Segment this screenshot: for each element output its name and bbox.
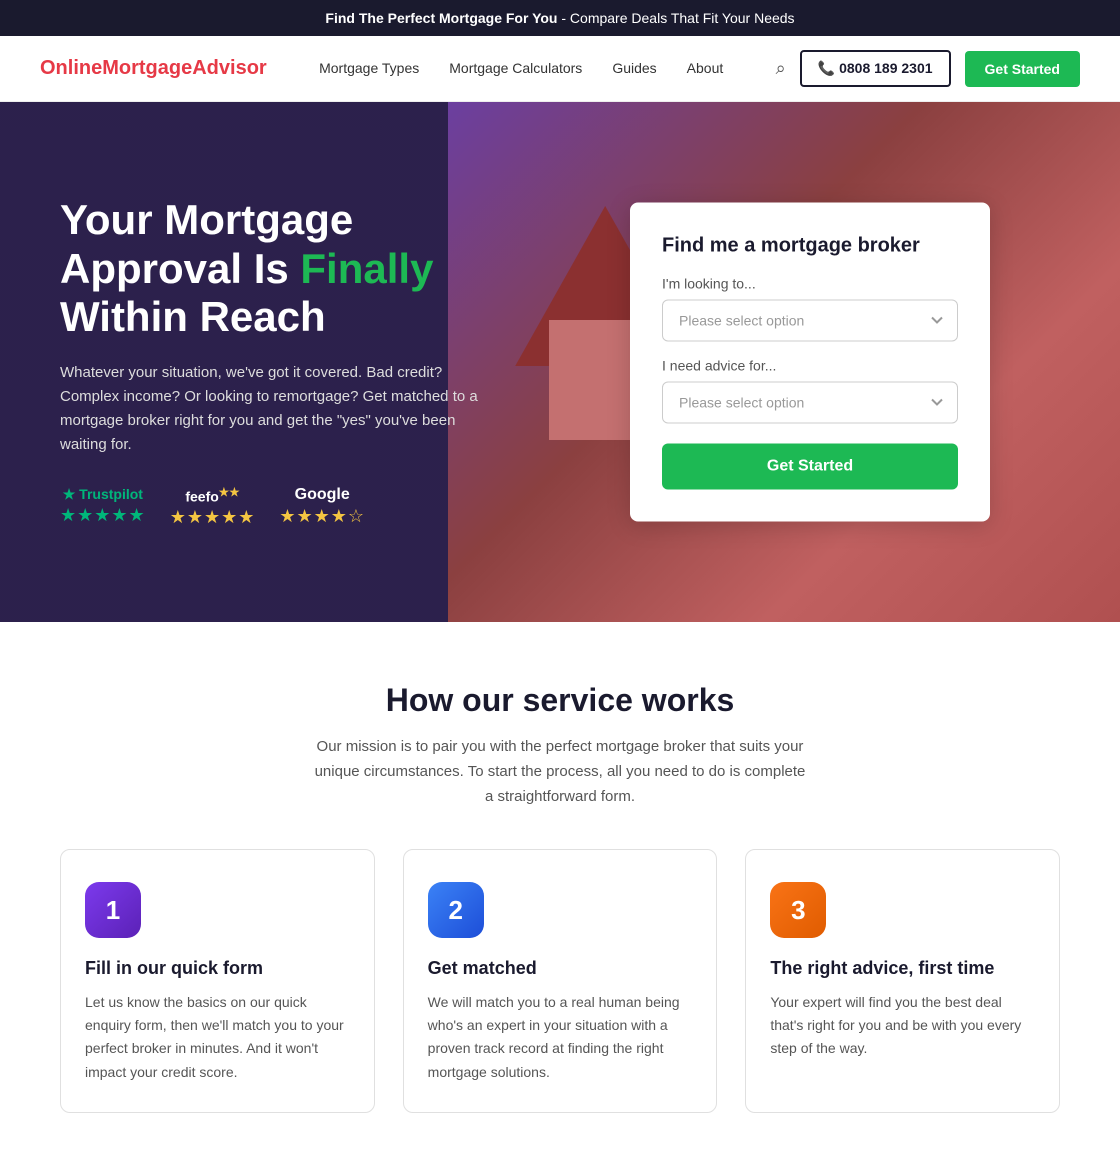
finder-title: Find me a mortgage broker: [662, 235, 958, 258]
finder-label1: I'm looking to...: [662, 276, 958, 292]
finder-card: Find me a mortgage broker I'm looking to…: [630, 203, 990, 522]
logo[interactable]: OnlineMortgageAdvisor: [40, 57, 267, 80]
nav-right: ⌕ 📞 0808 189 2301 Get Started: [776, 50, 1080, 87]
step-desc-2: We will match you to a real human being …: [428, 991, 693, 1083]
logo-online: Online: [40, 57, 102, 79]
step-title-1: Fill in our quick form: [85, 958, 350, 979]
nav-about[interactable]: About: [687, 60, 724, 76]
step-desc-1: Let us know the basics on our quick enqu…: [85, 991, 350, 1083]
hero-section: Your Mortgage Approval Is Finally Within…: [0, 102, 1120, 622]
step-number-2: 2: [428, 882, 484, 938]
step-card-1: 1 Fill in our quick form Let us know the…: [60, 849, 375, 1112]
hero-ratings: ★ Trustpilot ★★★★★ feefo★★ ★★★★★ Google …: [60, 485, 480, 528]
how-section: How our service works Our mission is to …: [0, 622, 1120, 1173]
nav-links: Mortgage Types Mortgage Calculators Guid…: [319, 60, 723, 78]
nav-mortgage-types[interactable]: Mortgage Types: [319, 60, 419, 76]
step-title-3: The right advice, first time: [770, 958, 1035, 979]
trustpilot-rating: ★ Trustpilot ★★★★★: [60, 486, 146, 526]
navbar: OnlineMortgageAdvisor Mortgage Types Mor…: [0, 36, 1120, 102]
feefo-rating: feefo★★ ★★★★★: [170, 485, 256, 528]
finder-select-advice[interactable]: Please select option First-time buyer Mo…: [662, 382, 958, 424]
nav-mortgage-calculators[interactable]: Mortgage Calculators: [449, 60, 582, 76]
get-started-nav-button[interactable]: Get Started: [965, 51, 1080, 87]
nav-guides[interactable]: Guides: [612, 60, 656, 76]
hero-title: Your Mortgage Approval Is Finally Within…: [60, 196, 480, 341]
logo-advisor: Advisor: [192, 57, 266, 79]
step-number-3: 3: [770, 882, 826, 938]
how-description: Our mission is to pair you with the perf…: [310, 735, 810, 809]
google-rating: Google ★★★★☆: [279, 486, 365, 527]
how-title: How our service works: [40, 682, 1080, 719]
finder-label2: I need advice for...: [662, 358, 958, 374]
search-icon[interactable]: ⌕: [776, 58, 786, 79]
banner-rest: - Compare Deals That Fit Your Needs: [557, 10, 794, 26]
logo-mortgage: Mortgage: [102, 57, 192, 79]
hero-content: Your Mortgage Approval Is Finally Within…: [60, 196, 480, 528]
step-title-2: Get matched: [428, 958, 693, 979]
top-banner: Find The Perfect Mortgage For You - Comp…: [0, 0, 1120, 36]
step-card-3: 3 The right advice, first time Your expe…: [745, 849, 1060, 1112]
hero-highlight: Finally: [300, 245, 433, 292]
finder-get-started-button[interactable]: Get Started: [662, 444, 958, 490]
google-stars: ★★★★☆: [279, 506, 365, 527]
feefo-stars: ★★★★★: [170, 507, 256, 528]
hero-description: Whatever your situation, we've got it co…: [60, 361, 480, 457]
banner-bold: Find The Perfect Mortgage For You: [325, 10, 557, 26]
steps-grid: 1 Fill in our quick form Let us know the…: [60, 849, 1060, 1112]
trustpilot-stars: ★★★★★: [60, 505, 146, 526]
phone-button[interactable]: 📞 0808 189 2301: [800, 50, 951, 87]
step-desc-3: Your expert will find you the best deal …: [770, 991, 1035, 1060]
step-number-1: 1: [85, 882, 141, 938]
step-card-2: 2 Get matched We will match you to a rea…: [403, 849, 718, 1112]
finder-select-looking[interactable]: Please select option Buy a property Remo…: [662, 300, 958, 342]
